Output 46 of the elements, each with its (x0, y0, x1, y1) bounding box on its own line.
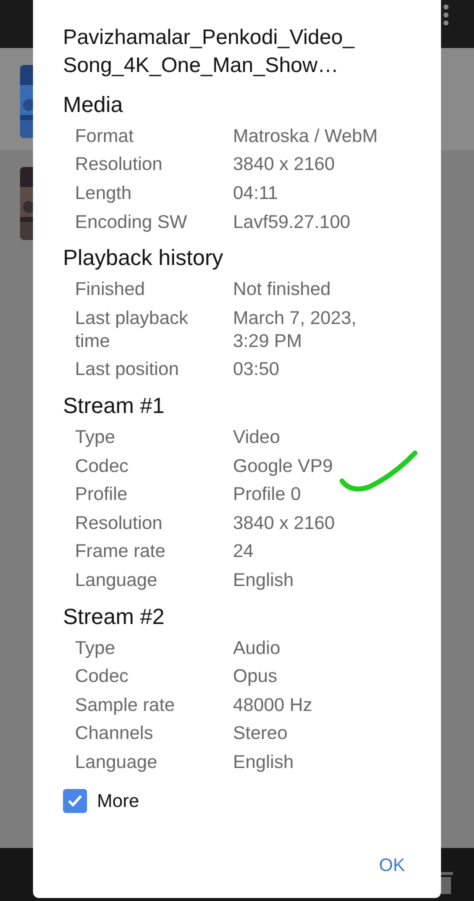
property-label: Last playback time (75, 306, 190, 352)
property-value: 24 (233, 539, 254, 562)
property-label: Language (75, 568, 158, 591)
section-heading: Media (63, 91, 124, 119)
property-value: English (233, 568, 294, 591)
property-value: Profile 0 (233, 482, 301, 506)
property-label: Format (75, 124, 135, 147)
section-heading: Playback history (63, 244, 224, 272)
property-value: Google VP9 (233, 454, 333, 477)
property-label: Length (75, 180, 133, 204)
property-label: Language (75, 750, 158, 773)
more-options-icon[interactable] (442, 4, 450, 26)
property-value: 48000 Hz (233, 692, 312, 716)
property-value: 3840 x 2160 (233, 510, 335, 534)
property-label: Codec (75, 454, 130, 477)
property-value: Video (233, 424, 280, 448)
property-label: Encoding SW (75, 210, 188, 233)
property-label: Resolution (75, 510, 164, 534)
property-value: 3840 x 2160 (233, 152, 335, 176)
checkbox-label: More (97, 788, 140, 813)
section-heading: Stream #2 (63, 602, 166, 631)
property-label: Codec (75, 664, 130, 688)
property-value: 03:50 (233, 357, 280, 380)
property-label: Frame rate (75, 539, 166, 562)
property-value: English (233, 750, 294, 773)
property-label: Profile (75, 482, 128, 506)
property-label: Last position (75, 357, 180, 380)
property-value: Audio (233, 636, 280, 659)
dialog-title: Pavizhamalar_Penkodi_Video_Song_4K_One_Man_Show… (63, 25, 356, 79)
trash-icon[interactable] (441, 872, 453, 894)
property-value: 04:11 (233, 180, 278, 204)
property-label: Resolution (75, 152, 164, 176)
ok-button[interactable]: OK (370, 848, 413, 884)
property-label: Sample rate (75, 692, 176, 716)
property-value: Opus (233, 664, 278, 688)
property-value: March 7, 2023, 3:29 PM (233, 306, 358, 352)
section-heading: Stream #1 (63, 392, 166, 420)
property-value: Not finished (233, 277, 331, 300)
property-value: Lavf59.27.100 (233, 210, 350, 233)
more-checkbox[interactable] (63, 788, 87, 813)
property-value: Matroska / WebM (233, 124, 378, 147)
property-label: Type (75, 636, 116, 659)
property-label: Channels (75, 721, 154, 744)
property-label: Finished (75, 277, 146, 300)
property-value: Stereo (233, 721, 288, 744)
property-label: Type (75, 424, 116, 448)
